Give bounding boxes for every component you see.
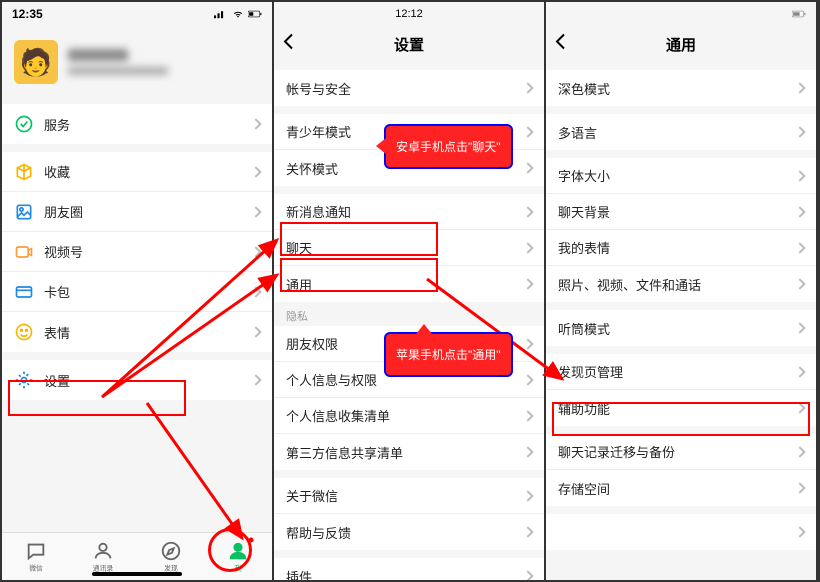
general-row[interactable]: 聊天背景 [546, 194, 816, 230]
general-row[interactable]: 深色模式 [546, 70, 816, 106]
chevron-right-icon [250, 286, 261, 297]
chevron-right-icon [522, 162, 533, 173]
tab-chats[interactable]: 微信 [2, 533, 70, 580]
chevron-right-icon [522, 126, 533, 137]
settings-row[interactable]: 帮助与反馈 [274, 514, 544, 550]
chevron-right-icon [522, 242, 533, 253]
chevron-right-icon [250, 374, 261, 385]
menu-favorites[interactable]: 收藏 [2, 152, 272, 192]
chevron-right-icon [794, 242, 805, 253]
battery-icon [248, 9, 262, 19]
time: 12:35 [12, 7, 43, 21]
menu-stickers[interactable]: 表情 [2, 312, 272, 352]
settings-row[interactable]: 第三方信息共享清单 [274, 434, 544, 470]
chevron-right-icon [522, 410, 533, 421]
chevron-right-icon [522, 526, 533, 537]
chevron-right-icon [522, 82, 533, 93]
tab-me[interactable]: 我 [205, 533, 273, 580]
chevron-right-icon [250, 166, 261, 177]
chevron-right-icon [794, 446, 805, 457]
chevron-right-icon [794, 126, 805, 137]
signal-icon [214, 9, 228, 19]
general-row[interactable]: 照片、视频、文件和通话 [546, 266, 816, 302]
profile-info [68, 49, 168, 75]
chevron-right-icon [794, 366, 805, 377]
settings-row[interactable]: 新消息通知 [274, 194, 544, 230]
back-button[interactable] [554, 33, 566, 56]
chevron-right-icon [794, 322, 805, 333]
status-bar [546, 2, 816, 26]
chevron-right-icon [794, 526, 805, 537]
avatar: 🧑 [14, 40, 58, 84]
general-row[interactable]: 存储空间 [546, 470, 816, 506]
nav-bar: 设置 [274, 26, 544, 62]
chevron-right-icon [522, 278, 533, 289]
emoji-icon [14, 322, 34, 342]
general-row[interactable]: 发现页管理 [546, 354, 816, 390]
chevron-right-icon [794, 278, 805, 289]
chevron-right-icon [250, 206, 261, 217]
settings-row[interactable]: 插件 [274, 558, 544, 580]
page-title: 设置 [394, 34, 424, 55]
menu-channels[interactable]: 视频号 [2, 232, 272, 272]
gear-icon [14, 370, 34, 390]
callout-ios: 苹果手机点击"通用" [384, 332, 513, 377]
general-row[interactable]: 聊天记录迁移与备份 [546, 434, 816, 470]
settings-row[interactable]: 个人信息收集清单 [274, 398, 544, 434]
chevron-right-icon [794, 82, 805, 93]
chevron-right-icon [794, 482, 805, 493]
chevron-right-icon [522, 374, 533, 385]
general-row[interactable]: 字体大小 [546, 158, 816, 194]
chevron-right-icon [522, 206, 533, 217]
battery-icon [792, 9, 806, 19]
service-icon [14, 114, 34, 134]
chevron-right-icon [522, 570, 533, 580]
settings-row[interactable]: 帐号与安全 [274, 70, 544, 106]
chevron-right-icon [794, 170, 805, 181]
menu-moments[interactable]: 朋友圈 [2, 192, 272, 232]
general-row[interactable]: 多语言 [546, 114, 816, 150]
general-row[interactable]: 我的表情 [546, 230, 816, 266]
chevron-right-icon [794, 402, 805, 413]
chevron-right-icon [250, 326, 261, 337]
section-header: 隐私 [274, 302, 544, 326]
wifi-icon [231, 9, 245, 19]
status-bar: 12:35 [2, 2, 272, 26]
moments-icon [14, 202, 34, 222]
settings-row[interactable]: 通用 [274, 266, 544, 302]
cube-icon [14, 162, 34, 182]
video-icon [14, 242, 34, 262]
chevron-right-icon [250, 118, 261, 129]
chevron-right-icon [794, 206, 805, 217]
home-indicator [92, 572, 182, 576]
general-row[interactable] [546, 514, 816, 550]
time: 12:12 [395, 8, 423, 20]
status-bar: 12:12 [274, 2, 544, 26]
general-row[interactable]: 听筒模式 [546, 310, 816, 346]
page-title: 通用 [666, 34, 696, 55]
settings-row[interactable]: 聊天 [274, 230, 544, 266]
settings-row[interactable]: 关于微信 [274, 478, 544, 514]
chevron-right-icon [522, 338, 533, 349]
chevron-right-icon [522, 490, 533, 501]
chevron-right-icon [250, 246, 261, 257]
general-row[interactable]: 辅助功能 [546, 390, 816, 426]
menu-service[interactable]: 服务 [2, 104, 272, 144]
menu-cards[interactable]: 卡包 [2, 272, 272, 312]
nav-bar: 通用 [546, 26, 816, 62]
card-icon [14, 282, 34, 302]
chevron-right-icon [522, 446, 533, 457]
callout-android: 安卓手机点击"聊天" [384, 124, 513, 169]
menu-settings[interactable]: 设置 [2, 360, 272, 400]
back-button[interactable] [282, 33, 294, 56]
profile-section[interactable]: 🧑 [2, 26, 272, 104]
